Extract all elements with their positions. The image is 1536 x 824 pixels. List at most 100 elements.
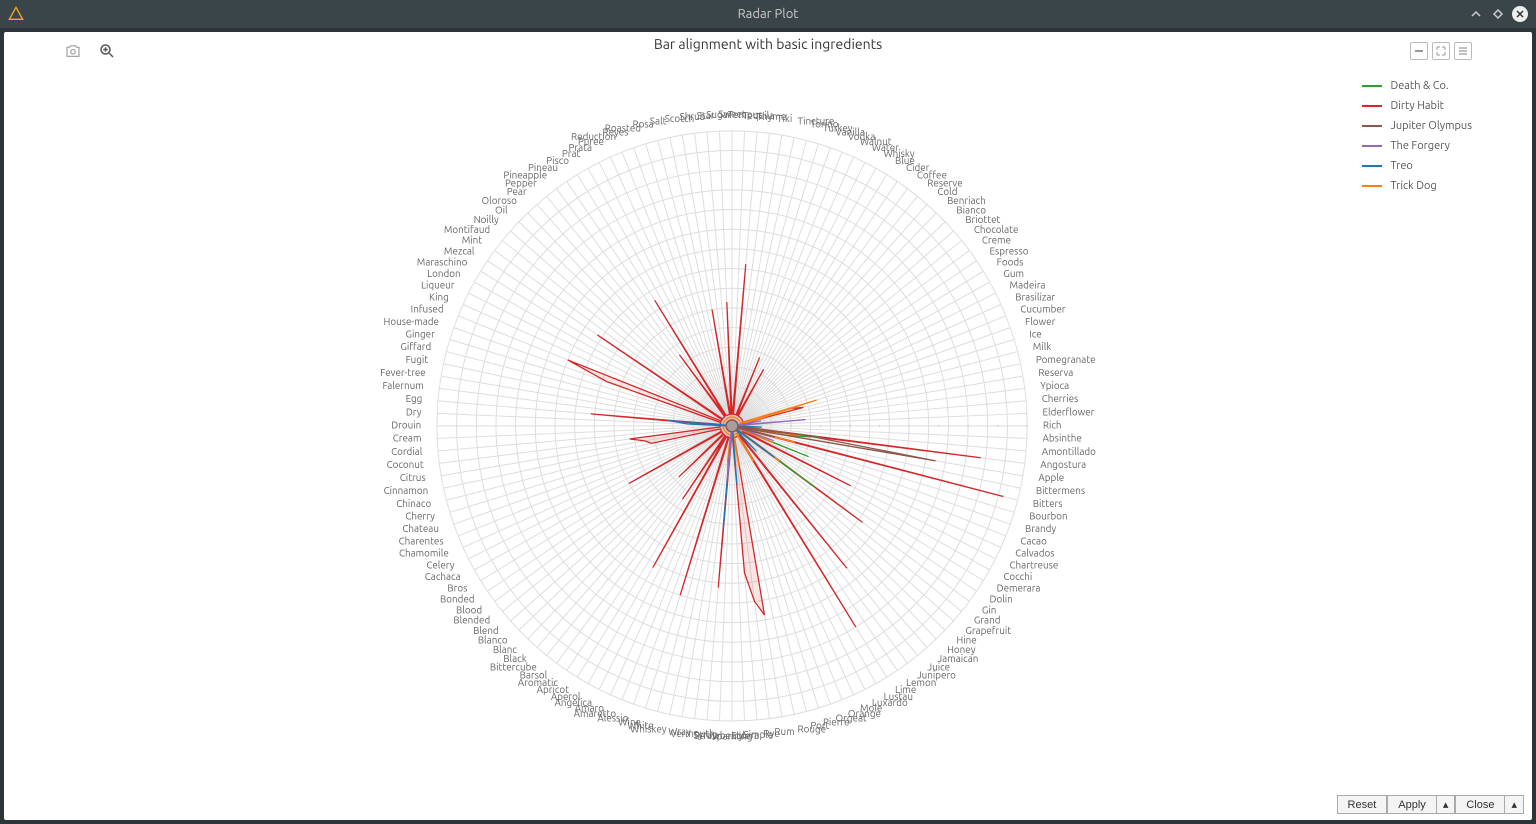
svg-text:Tincture: Tincture (797, 116, 834, 127)
svg-text:Fugit: Fugit (406, 354, 429, 365)
legend-swatch (1362, 125, 1382, 127)
legend-item-trick-dog[interactable]: Trick Dog (1362, 180, 1472, 192)
svg-text:Rum: Rum (774, 726, 794, 737)
svg-text:Ice: Ice (1029, 328, 1041, 339)
legend-label: Jupiter Olympus (1390, 120, 1472, 132)
svg-text:·: · (819, 420, 821, 431)
svg-text:Egg: Egg (406, 393, 423, 404)
svg-text:Absinthe: Absinthe (1043, 433, 1082, 444)
maximize-button[interactable] (1490, 6, 1506, 22)
svg-text:Demerara: Demerara (997, 582, 1041, 593)
svg-text:Chartreuse: Chartreuse (1010, 559, 1059, 570)
svg-text:Citrus: Citrus (400, 472, 426, 483)
svg-text:Creme: Creme (982, 235, 1011, 246)
legend-item-dirty-habit[interactable]: Dirty Habit (1362, 100, 1472, 112)
legend-swatch (1362, 165, 1382, 167)
svg-text:Whiskey: Whiskey (630, 723, 667, 734)
window-title: Radar Plot (738, 7, 799, 21)
svg-text:Reserva: Reserva (1038, 367, 1073, 378)
app-icon (8, 6, 24, 22)
collapse-icon[interactable] (1410, 42, 1428, 60)
svg-text:Bourbon: Bourbon (1029, 510, 1067, 521)
svg-text:Liqueur: Liqueur (421, 280, 455, 291)
chart-title: Bar alignment with basic ingredients (654, 36, 882, 52)
legend-item-the-forgery[interactable]: The Forgery (1362, 140, 1472, 152)
svg-text:Bros: Bros (447, 582, 467, 593)
svg-text:Cherry: Cherry (405, 510, 435, 521)
legend-swatch (1362, 145, 1382, 147)
svg-text:Elderflower: Elderflower (1043, 406, 1095, 417)
svg-text:Celery: Celery (426, 559, 454, 570)
svg-text:Infused: Infused (411, 304, 444, 315)
close-menu-button[interactable]: ▴ (1505, 795, 1524, 814)
svg-text:Angostura: Angostura (1040, 459, 1086, 470)
svg-text:Blood: Blood (456, 604, 482, 615)
close-button[interactable]: Close (1455, 795, 1505, 814)
legend: Death & Co. Dirty Habit Jupiter Olympus The… (1362, 72, 1472, 200)
app-window: Radar Plot (0, 0, 1536, 824)
apply-button[interactable]: Apply (1387, 795, 1437, 814)
menu-icon[interactable] (1454, 42, 1472, 60)
legend-item-treo[interactable]: Treo (1362, 160, 1472, 172)
svg-text:Ypioca: Ypioca (1040, 380, 1069, 391)
svg-text:King: King (429, 291, 449, 302)
svg-text:Bitters: Bitters (1033, 498, 1063, 509)
svg-text:Chateau: Chateau (402, 523, 439, 534)
svg-text:Drouin: Drouin (391, 419, 421, 430)
window-controls (1468, 6, 1528, 22)
svg-text:Scotch: Scotch (665, 113, 694, 124)
svg-text:Falernum: Falernum (382, 380, 423, 391)
plot-area[interactable]: Rich Elderflower Cherries Ypioca Reserva Pome… (24, 62, 1322, 780)
svg-text:·: · (967, 420, 969, 431)
minimize-button[interactable] (1468, 6, 1484, 22)
svg-text:Coconut: Coconut (387, 459, 424, 470)
svg-text:Cherries: Cherries (1042, 393, 1079, 404)
svg-text:Gum: Gum (1003, 268, 1024, 279)
svg-text:Cacao: Cacao (1020, 535, 1047, 546)
legend-swatch (1362, 105, 1382, 107)
svg-text:Apple: Apple (1038, 472, 1064, 483)
svg-text:Calvados: Calvados (1015, 547, 1054, 558)
svg-text:Grand: Grand (974, 615, 1001, 626)
svg-text:Brasilizar: Brasilizar (1015, 291, 1055, 302)
svg-text:Rich: Rich (1043, 419, 1062, 430)
svg-text:Chocolate: Chocolate (974, 224, 1019, 235)
svg-text:Montifaud: Montifaud (444, 224, 490, 235)
svg-text:Gin: Gin (982, 604, 997, 615)
radar-chart[interactable]: Rich Elderflower Cherries Ypioca Reserva Pome… (24, 62, 1322, 780)
zoom-icon[interactable] (98, 42, 116, 60)
svg-text:Espresso: Espresso (990, 245, 1029, 256)
svg-text:Grapefruit: Grapefruit (965, 625, 1011, 636)
footer-buttons: Reset Apply ▴ Close ▴ (1337, 795, 1524, 814)
legend-label: Treo (1390, 160, 1412, 172)
legend-swatch (1362, 85, 1382, 87)
legend-item-jupiter-olympus[interactable]: Jupiter Olympus (1362, 120, 1472, 132)
expand-icon[interactable] (1432, 42, 1450, 60)
svg-text:Hine: Hine (956, 635, 976, 646)
close-window-button[interactable] (1512, 6, 1528, 22)
svg-text:Pomegranate: Pomegranate (1036, 354, 1096, 365)
svg-text:Cucumber: Cucumber (1020, 304, 1065, 315)
content-pane: Bar alignment with basic ingredients Ric… (4, 32, 1532, 820)
svg-text:Ginger: Ginger (406, 328, 436, 339)
svg-text:Mezcal: Mezcal (444, 245, 475, 256)
plot-toolbar-right (1410, 42, 1472, 60)
svg-text:Flower: Flower (1025, 316, 1056, 327)
svg-text:Cream: Cream (393, 433, 422, 444)
camera-icon[interactable] (64, 42, 82, 60)
titlebar: Radar Plot (0, 0, 1536, 28)
svg-text:Madeira: Madeira (1010, 280, 1046, 291)
legend-item-death-co-[interactable]: Death & Co. (1362, 80, 1472, 92)
svg-text:Giffard: Giffard (400, 341, 431, 352)
reset-button[interactable]: Reset (1337, 795, 1388, 814)
svg-text:Briottet: Briottet (965, 214, 1000, 225)
svg-text:Brandy: Brandy (1025, 523, 1056, 534)
svg-text:Fever-tree: Fever-tree (380, 367, 426, 378)
svg-text:London: London (427, 268, 460, 279)
svg-text:Maraschino: Maraschino (417, 257, 468, 268)
plot-toolbar-left (64, 42, 116, 60)
svg-text:Charentes: Charentes (399, 535, 444, 546)
apply-menu-button[interactable]: ▴ (1437, 795, 1456, 814)
svg-text:Foods: Foods (997, 257, 1024, 268)
svg-text:Cachaca: Cachaca (425, 571, 461, 582)
